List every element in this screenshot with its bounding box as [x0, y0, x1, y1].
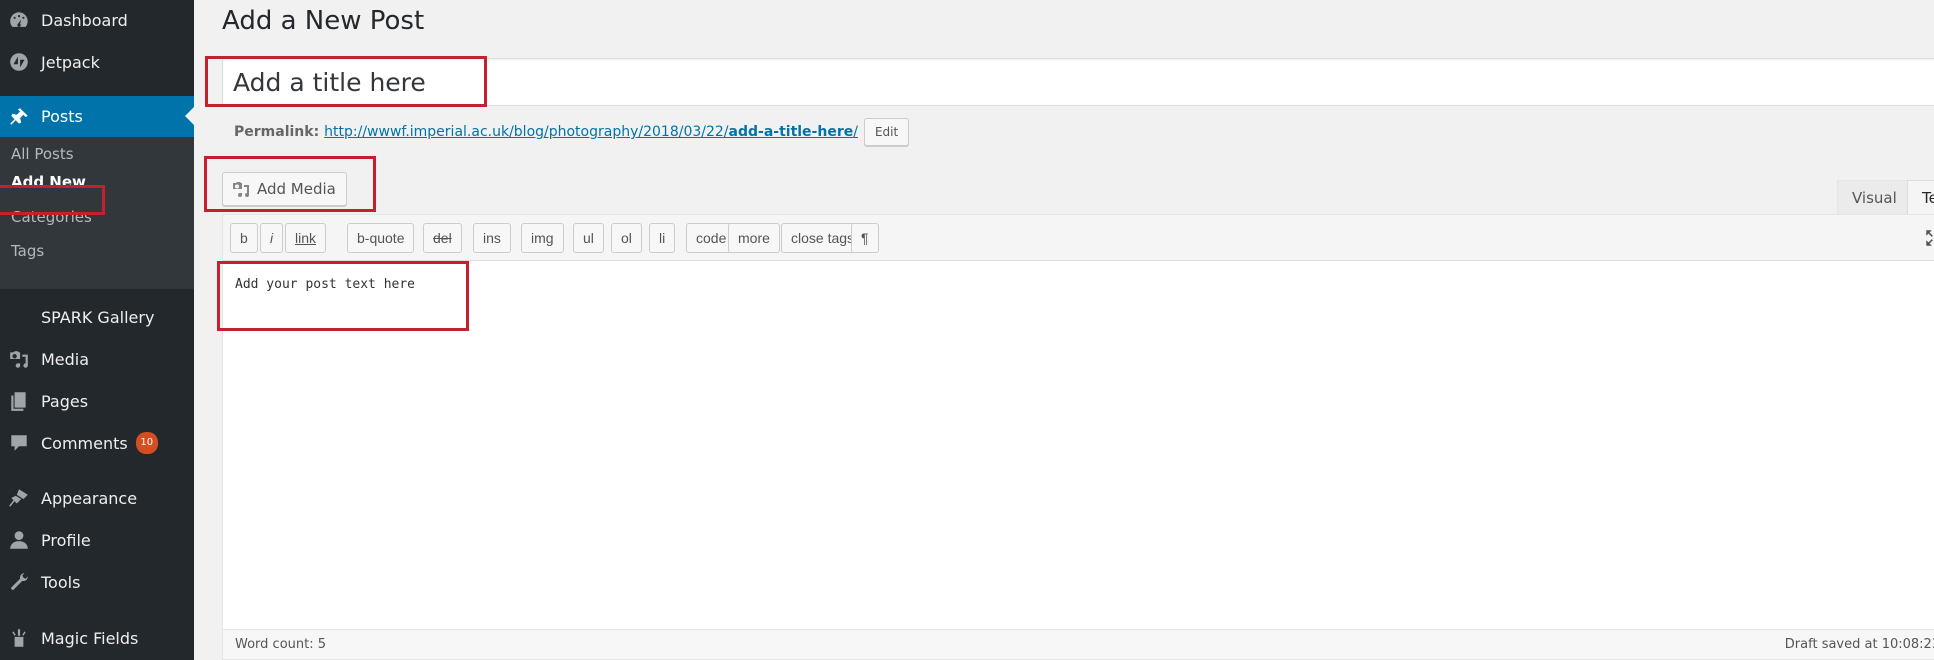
word-count: Word count: 5 — [235, 637, 327, 652]
sidebar-item-profile[interactable]: Profile — [0, 520, 194, 560]
user-icon — [7, 528, 31, 552]
sidebar-item-jetpack[interactable]: Jetpack — [0, 42, 194, 82]
add-media-button[interactable]: Add Media — [222, 172, 347, 206]
posts-submenu: All Posts Add New Categories Tags — [0, 137, 194, 289]
editor-status-bar: Word count: 5 Draft saved at 10:08:23 am… — [223, 629, 1934, 659]
quicktag-li-button[interactable]: li — [649, 223, 676, 253]
pin-icon — [7, 105, 31, 129]
submenu-categories[interactable]: Categories — [11, 200, 92, 234]
paintbrush-icon — [7, 486, 31, 510]
submenu-add-new[interactable]: Add New — [11, 165, 86, 199]
quicktag-img-button[interactable]: img — [521, 223, 564, 253]
pages-icon — [7, 389, 31, 413]
comments-icon — [7, 431, 31, 455]
sidebar-item-appearance[interactable]: Appearance — [0, 478, 194, 518]
quicktag-b-quote-button[interactable]: b-quote — [347, 223, 415, 253]
permalink-link[interactable]: http://wwwf.imperial.ac.uk/blog/photogra… — [324, 124, 858, 140]
sidebar-item-pages[interactable]: Pages — [0, 381, 194, 421]
quicktag-ol-button[interactable]: ol — [611, 223, 642, 253]
tab-visual[interactable]: Visual — [1837, 180, 1912, 214]
sidebar-item-media[interactable]: Media — [0, 339, 194, 379]
sidebar-item-magic-fields[interactable]: Magic Fields — [0, 618, 194, 658]
comments-count-badge: 10 — [135, 432, 158, 454]
permalink-edit-button[interactable]: Edit — [863, 118, 910, 146]
media-icon — [233, 182, 249, 197]
tab-text[interactable]: Te — [1907, 180, 1934, 214]
sidebar-item-comments[interactable]: Comments 10 — [0, 423, 194, 463]
media-icon — [7, 347, 31, 371]
sidebar-item-tools[interactable]: Tools — [0, 562, 194, 602]
sidebar-item-spark-gallery[interactable]: SPARK Gallery — [0, 297, 194, 337]
quicktags-toolbar: b i link b-quote del ins img ul ol li code more clos… — [223, 215, 1934, 261]
post-editor: b i link b-quote del ins img ul ol li code more clos… — [222, 214, 1934, 660]
jetpack-icon — [7, 50, 31, 74]
quicktag-i-button[interactable]: i — [260, 223, 284, 253]
quicktag-link-button[interactable]: link — [285, 223, 327, 253]
page-title: Add a New Post — [222, 6, 425, 36]
magic-icon — [7, 626, 31, 650]
quicktag-more-button[interactable]: more — [728, 223, 780, 253]
submenu-tags[interactable]: Tags — [11, 234, 44, 268]
quicktag-ins-button[interactable]: ins — [473, 223, 511, 253]
post-title-input[interactable] — [222, 58, 1934, 106]
fullscreen-expand-icon[interactable] — [1923, 227, 1934, 249]
quicktag-paragraph-button[interactable]: ¶ — [851, 223, 879, 253]
draft-saved-status: Draft saved at 10:08:23 am. — [1784, 637, 1934, 652]
quicktag-ul-button[interactable]: ul — [573, 223, 604, 253]
wrench-icon — [7, 570, 31, 594]
spark-gallery-icon — [7, 305, 31, 329]
permalink-row: Permalink: http://wwwf.imperial.ac.uk/bl… — [234, 118, 910, 146]
admin-sidebar: Dashboard Jetpack Posts All Posts Add Ne… — [0, 0, 194, 660]
quicktag-b-button[interactable]: b — [230, 223, 258, 253]
sidebar-item-posts[interactable]: Posts — [0, 96, 194, 137]
post-content-textarea[interactable]: Add your post text here — [235, 277, 415, 292]
permalink-label: Permalink: — [234, 124, 320, 140]
quicktag-del-button[interactable]: del — [423, 223, 462, 253]
dashboard-icon — [7, 8, 31, 32]
sidebar-item-dashboard[interactable]: Dashboard — [0, 0, 194, 40]
